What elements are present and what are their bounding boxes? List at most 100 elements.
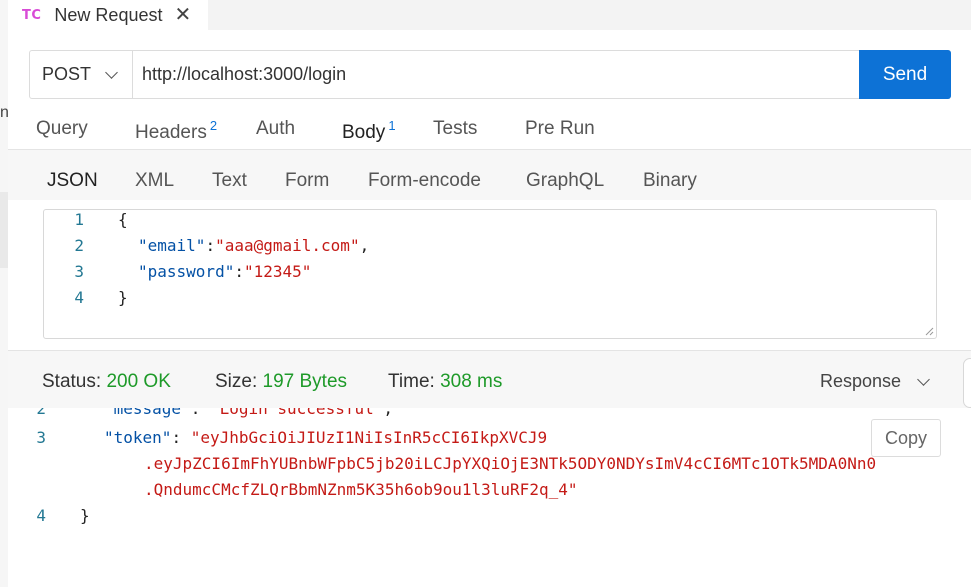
editor-line: 3 "password":"12345": [44, 262, 311, 288]
chevron-down-icon: [105, 65, 118, 79]
editor-line: 4 }: [44, 288, 128, 314]
request-url-bar: POST http://localhost:3000/login Send: [29, 50, 951, 99]
body-type-binary[interactable]: Binary: [643, 170, 697, 192]
send-button[interactable]: Send: [859, 50, 951, 99]
editor-line: 2 "email":"aaa@gmail.com",: [44, 236, 369, 262]
body-type-json[interactable]: JSON: [43, 170, 102, 203]
tab-bar: TC New Request ✕: [8, 0, 971, 30]
json-key: "email": [138, 236, 206, 255]
token-part-2: .eyJpZCI6ImFhYUBnbWFpbC5jb20iLCJpYXQiOjE…: [144, 454, 877, 473]
tab-tests[interactable]: Tests: [433, 118, 477, 140]
response-line: 2 "message": "Login successful",: [8, 408, 393, 425]
code-text: }: [46, 506, 90, 532]
body-type-graphql[interactable]: GraphQL: [526, 170, 604, 192]
panel-edge-handle[interactable]: [963, 358, 971, 408]
tab-label: Tests: [433, 118, 478, 139]
response-view-select[interactable]: Response: [820, 371, 930, 392]
tab-label: Body: [342, 122, 386, 143]
time-info: Time: 308 ms: [388, 371, 502, 393]
tab-label: Headers: [135, 122, 207, 143]
json-string: "Login successful": [209, 408, 384, 418]
code-text: .QndumcCMcfZLQrBbmNZnm5K35h6ob9ou1l3luRF…: [46, 480, 577, 506]
line-number: 3: [74, 262, 84, 281]
response-status-bar: Status: 200 OK Size: 197 Bytes Time: 308…: [8, 350, 971, 408]
chevron-down-icon: [917, 372, 930, 386]
tab-pre-run[interactable]: Pre Run: [525, 118, 595, 140]
json-key: "password": [138, 262, 235, 281]
tab-label: Query: [36, 118, 88, 139]
close-brace: }: [118, 288, 128, 307]
status-info: Status: 200 OK: [42, 371, 171, 393]
size-value: 197 Bytes: [262, 371, 348, 392]
response-viewer: 2 "message": "Login successful", 3 "toke…: [8, 408, 971, 587]
resize-handle-icon[interactable]: [924, 326, 934, 336]
line-number: 2: [36, 408, 46, 418]
left-sidebar-strip: n: [0, 0, 9, 587]
line-number: 2: [74, 236, 84, 255]
json-body-editor[interactable]: 1 { 2 "email":"aaa@gmail.com", 3 "passwo…: [43, 209, 937, 339]
tab-title: New Request: [54, 4, 163, 25]
request-tabs: Query Headers 2 Auth Body 1 Tests Pre Run: [8, 110, 971, 154]
status-value: 200 OK: [106, 371, 171, 392]
tab-body[interactable]: Body 1: [342, 118, 396, 154]
close-icon[interactable]: ✕: [174, 5, 191, 25]
method-value: POST: [42, 64, 92, 84]
count-badge: 2: [209, 118, 218, 133]
line-number: 4: [36, 506, 46, 525]
line-number: 4: [74, 288, 84, 307]
line-number: 1: [74, 210, 84, 229]
code-text: }: [84, 288, 128, 314]
url-input[interactable]: http://localhost:3000/login: [133, 51, 859, 98]
code-text: {: [84, 210, 128, 236]
count-badge: 1: [388, 118, 396, 133]
body-type-text[interactable]: Text: [212, 170, 247, 192]
line-number: 3: [36, 428, 46, 447]
method-select[interactable]: POST: [30, 51, 133, 98]
response-line: 4 }: [8, 506, 90, 532]
body-type-form[interactable]: Form: [285, 170, 329, 192]
json-colon: :: [234, 262, 244, 281]
tab-headers[interactable]: Headers 2: [135, 118, 217, 144]
close-brace: }: [80, 506, 90, 525]
json-key: "token": [104, 428, 172, 447]
size-label: Size:: [215, 371, 258, 392]
json-key: "message": [104, 408, 191, 418]
size-info: Size: 197 Bytes: [215, 371, 347, 393]
json-string: "aaa@gmail.com": [215, 236, 360, 255]
tab-new-request[interactable]: TC New Request ✕: [8, 0, 208, 30]
thunder-client-logo-icon: TC: [22, 7, 42, 23]
open-brace: {: [118, 210, 128, 229]
response-line: 3 "token": "eyJhbGciOiJIUzI1NiIsInR5cCI6…: [8, 428, 547, 454]
line-number-blank: [8, 480, 46, 506]
response-line-wrap: .QndumcCMcfZLQrBbmNZnm5K35h6ob9ou1l3luRF…: [8, 480, 577, 506]
editor-line: 1 {: [44, 210, 128, 236]
json-comma: ,: [359, 236, 370, 255]
tab-query[interactable]: Query: [36, 118, 88, 140]
code-text: "token": "eyJhbGciOiJIUzI1NiIsInR5cCI6Ik…: [46, 428, 547, 454]
code-text: "password":"12345": [84, 262, 311, 288]
json-colon: :: [190, 408, 210, 418]
time-value: 308 ms: [440, 371, 503, 392]
code-text: .eyJpZCI6ImFhYUBnbWFpbC5jb20iLCJpYXQiOjE…: [46, 454, 876, 480]
sidebar-selected-item[interactable]: [0, 192, 8, 268]
json-comma: ,: [383, 408, 393, 418]
code-text: "message": "Login successful",: [46, 408, 393, 425]
tab-auth[interactable]: Auth: [256, 118, 295, 140]
time-label: Time:: [388, 371, 435, 392]
response-view-value: Response: [820, 371, 902, 391]
response-line-wrap: .eyJpZCI6ImFhYUBnbWFpbC5jb20iLCJpYXQiOjE…: [8, 454, 876, 480]
body-type-xml[interactable]: XML: [135, 170, 174, 192]
tab-label: Pre Run: [525, 118, 595, 139]
json-colon: :: [171, 428, 191, 447]
line-number-blank: [8, 454, 46, 480]
json-string: "12345": [243, 262, 312, 281]
copy-button[interactable]: Copy: [871, 419, 941, 457]
code-text: "email":"aaa@gmail.com",: [84, 236, 369, 262]
tab-label: Auth: [256, 118, 296, 139]
token-part-1: "eyJhbGciOiJIUzI1NiIsInR5cCI6IkpXVCJ9: [190, 428, 548, 447]
json-colon: :: [205, 236, 216, 255]
token-part-3: .QndumcCMcfZLQrBbmNZnm5K35h6ob9ou1l3luRF…: [144, 480, 578, 499]
body-type-form-encode[interactable]: Form-encode: [368, 170, 481, 192]
status-label: Status:: [42, 371, 102, 392]
body-type-tabs: JSON XML Text Form Form-encode GraphQL B…: [8, 150, 971, 203]
